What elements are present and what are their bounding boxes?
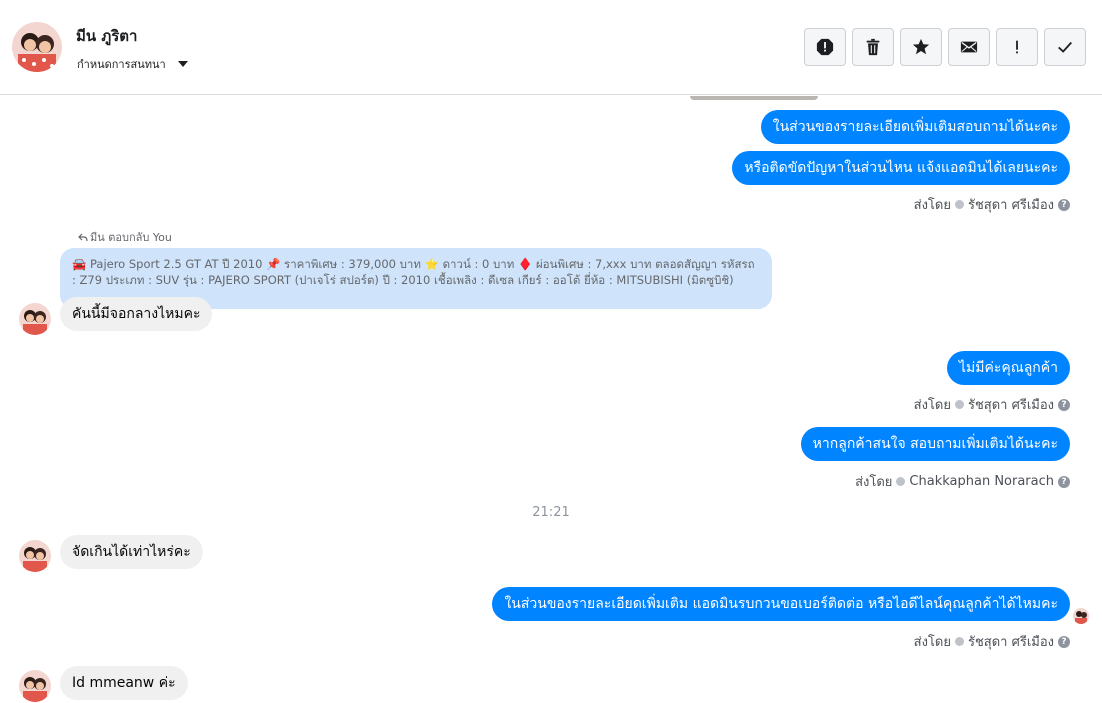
- outgoing-message[interactable]: ไม่มีค่ะคุณลูกค้า: [946, 351, 1070, 385]
- star-button[interactable]: [900, 28, 942, 66]
- incoming-message[interactable]: Id mmeanw ค่ะ: [60, 666, 188, 700]
- sender-icon: [954, 637, 964, 646]
- contact-avatar[interactable]: [19, 670, 51, 702]
- mark-spam-button[interactable]: [804, 28, 846, 66]
- sent-by-prefix: ส่งโดย: [913, 635, 951, 650]
- outgoing-message[interactable]: ในส่วนของรายละเอียดเพิ่มเติม แอดมินรบกวน…: [492, 587, 1070, 621]
- contact-name: มีน ภูริตา: [76, 27, 138, 45]
- outgoing-message[interactable]: หรือติดขัดปัญหาในส่วนไหน แจ้งแอดมินได้เล…: [732, 151, 1070, 185]
- sender-name: รัชสุดา ศรีเมือง: [967, 398, 1054, 413]
- mark-unread-button[interactable]: [948, 28, 990, 66]
- star-icon: [912, 38, 930, 55]
- sent-by-label: ส่งโดย รัชสุดา ศรีเมือง ?: [914, 194, 1070, 215]
- sender-icon: [954, 400, 964, 409]
- outgoing-message[interactable]: ในส่วนของรายละเอียดเพิ่มเติมสอบถามได้นะค…: [760, 110, 1070, 144]
- help-icon[interactable]: ?: [1058, 198, 1070, 211]
- sent-by-label: ส่งโดย รัชสุดา ศรีเมือง ?: [914, 394, 1070, 415]
- reply-label-text: มีน ตอบกลับ You: [90, 231, 172, 244]
- sent-by-prefix: ส่งโดย: [855, 475, 893, 490]
- incoming-message[interactable]: จัดเกินได้เท่าไหร่คะ: [60, 535, 203, 569]
- envelope-icon: [960, 41, 978, 53]
- important-button[interactable]: [996, 28, 1038, 66]
- sent-by-label: ส่งโดย Chakkaphan Norarach ?: [855, 471, 1070, 492]
- image-attachment[interactable]: [690, 96, 818, 100]
- conversation-header: มีน ภูริตา กำหนดการสนทนา: [0, 0, 1102, 95]
- seen-avatar: [1073, 608, 1089, 624]
- sender-name: Chakkaphan Norarach: [909, 474, 1054, 489]
- help-icon[interactable]: ?: [1058, 398, 1070, 411]
- sent-by-prefix: ส่งโดย: [913, 198, 951, 213]
- timestamp: 21:21: [532, 505, 570, 520]
- exclamation-icon: [1016, 40, 1018, 54]
- sent-by-label: ส่งโดย รัชสุดา ศรีเมือง ?: [914, 631, 1070, 652]
- reply-label: มีน ตอบกลับ You: [78, 228, 172, 246]
- contact-avatar[interactable]: [19, 303, 51, 335]
- sent-by-prefix: ส่งโดย: [913, 398, 951, 413]
- schedule-label: กำหนดการสนทนา: [77, 58, 166, 71]
- outgoing-message[interactable]: หากลูกค้าสนใจ สอบถามเพิ่มเติมได้นะคะ: [800, 427, 1070, 461]
- trash-icon: [866, 38, 880, 56]
- help-icon[interactable]: ?: [1058, 635, 1070, 648]
- mark-done-button[interactable]: [1044, 28, 1086, 66]
- caret-down-icon: [177, 61, 188, 67]
- contact-avatar[interactable]: [12, 22, 62, 72]
- delete-button[interactable]: [852, 28, 894, 66]
- sender-icon: [954, 200, 964, 209]
- contact-avatar[interactable]: [19, 540, 51, 572]
- check-icon: [1058, 41, 1072, 53]
- conversation-schedule-dropdown[interactable]: กำหนดการสนทนา: [77, 55, 188, 73]
- sender-icon: [896, 477, 906, 486]
- message-thread[interactable]: ในส่วนของรายละเอียดเพิ่มเติมสอบถามได้นะค…: [0, 96, 1102, 703]
- spam-icon: [816, 38, 834, 56]
- sender-name: รัชสุดา ศรีเมือง: [967, 635, 1054, 650]
- sender-name: รัชสุดา ศรีเมือง: [967, 198, 1054, 213]
- incoming-message[interactable]: คันนี้มีจอกลางไหมคะ: [60, 297, 213, 331]
- reply-icon: [78, 233, 88, 242]
- help-icon[interactable]: ?: [1058, 475, 1070, 488]
